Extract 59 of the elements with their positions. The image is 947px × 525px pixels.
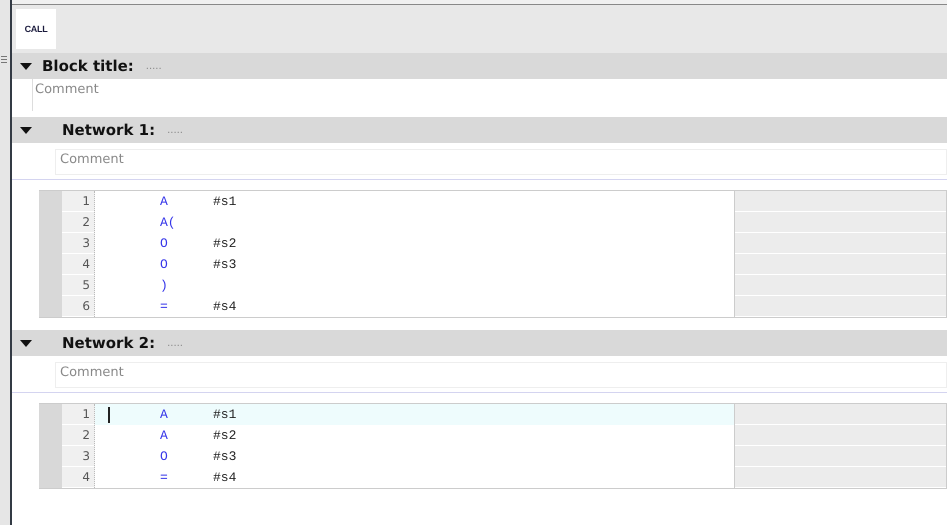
section-title: Network 2: [62, 334, 156, 352]
call-button[interactable]: CALL [16, 9, 56, 49]
line-number: 3 [62, 233, 94, 254]
operand: #s3 [213, 257, 236, 272]
comment-cell[interactable] [735, 191, 946, 212]
line-number: 4 [62, 467, 94, 488]
instruction: O [160, 449, 169, 464]
comment-cell[interactable] [735, 233, 946, 254]
instruction: O [160, 257, 169, 272]
code-line[interactable]: O #s2 [95, 233, 734, 254]
comment-cell[interactable] [735, 212, 946, 233]
code-line[interactable]: O #s3 [95, 446, 734, 467]
comment-field[interactable]: Comment [55, 362, 947, 388]
comment-field[interactable]: Comment [55, 149, 947, 175]
comment-cell[interactable] [735, 296, 946, 317]
line-number: 2 [62, 212, 94, 233]
comment-cell[interactable] [735, 404, 946, 425]
instruction: A( [160, 215, 177, 230]
operand: #s2 [213, 428, 236, 443]
comment-field[interactable]: Comment [32, 79, 717, 111]
section-title: Block title: [42, 57, 134, 75]
comment-cell[interactable] [735, 425, 946, 446]
collapse-triangle-icon[interactable] [20, 62, 32, 70]
line-number: 6 [62, 296, 94, 317]
line-number: 4 [62, 254, 94, 275]
code-line[interactable]: A #s1 [95, 191, 734, 212]
instruction: A [160, 407, 169, 422]
instruction: A [160, 428, 169, 443]
grip-icon[interactable] [1, 56, 7, 63]
operand: #s4 [213, 299, 236, 314]
line-number: 5 [62, 275, 94, 296]
comment-cell[interactable] [735, 275, 946, 296]
instruction: A [160, 194, 169, 209]
line-number: 1 [62, 191, 94, 212]
collapse-triangle-icon[interactable] [20, 126, 32, 134]
operand: #s4 [213, 470, 236, 485]
operand: #s3 [213, 449, 236, 464]
code-line[interactable]: = #s4 [95, 296, 734, 317]
operand: #s1 [213, 407, 236, 422]
code-line[interactable]: O #s3 [95, 254, 734, 275]
line-number: 3 [62, 446, 94, 467]
section-title: Network 1: [62, 121, 156, 139]
line-number: 1 [62, 404, 94, 425]
instruction: ) [160, 278, 169, 293]
operand: #s2 [213, 236, 236, 251]
instruction: = [160, 470, 169, 485]
text-cursor [108, 406, 110, 422]
instruction: = [160, 299, 169, 314]
collapse-triangle-icon[interactable] [20, 340, 32, 346]
comment-cell[interactable] [735, 254, 946, 275]
code-line[interactable]: = #s4 [95, 467, 734, 488]
code-line[interactable]: A #s2 [95, 425, 734, 446]
line-number: 2 [62, 425, 94, 446]
comment-cell[interactable] [735, 467, 946, 488]
operand: #s1 [213, 194, 236, 209]
comment-cell[interactable] [735, 446, 946, 467]
instruction: O [160, 236, 169, 251]
code-line[interactable]: A( [95, 212, 734, 233]
code-line[interactable]: ) [95, 275, 734, 296]
